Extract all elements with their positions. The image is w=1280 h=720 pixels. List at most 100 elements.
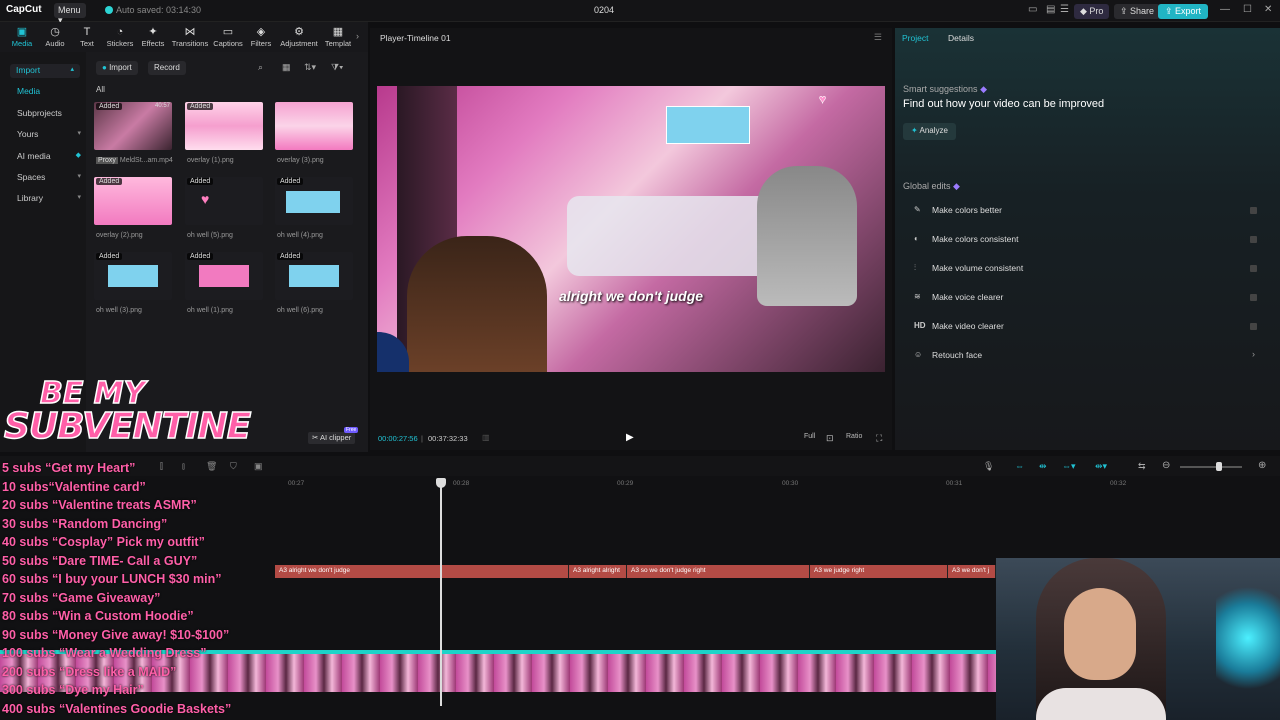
maximize-icon[interactable]: ☐ <box>1243 4 1252 15</box>
zoom-slider-handle[interactable] <box>1216 462 1222 471</box>
media-file-name: MeldSt...am.mp4 <box>119 157 173 164</box>
layout-icon[interactable]: ▭ <box>1028 4 1037 15</box>
snapshot-icon[interactable]: ⊡ <box>826 433 834 444</box>
preview-axis-icon[interactable]: ⇹▾ <box>1095 461 1107 472</box>
fullscreen-quality-button[interactable]: Full <box>804 433 815 440</box>
added-badge: Added <box>187 103 214 110</box>
pro-label: Pro <box>1089 6 1104 16</box>
chevron-right-icon[interactable]: › <box>356 31 359 41</box>
sidebar-item-yours[interactable]: Yours ▾ <box>17 129 87 143</box>
fit-icon[interactable]: ⇆ <box>1138 461 1146 472</box>
snap-icon[interactable]: ⇔▾ <box>1062 461 1076 472</box>
sort-icon[interactable]: ⇅▾ <box>304 62 316 73</box>
import-button[interactable]: ● Import <box>96 61 138 75</box>
media-thumb[interactable]: Added <box>275 252 353 300</box>
analyze-label: Analyze <box>919 126 948 135</box>
edit-make-voice-clearer[interactable]: ≋ Make voice clearer <box>903 285 1261 310</box>
export-button[interactable]: ⇪ Export <box>1158 4 1209 19</box>
fullscreen-icon[interactable]: ⛶ <box>876 433 882 444</box>
tab-project[interactable]: Project <box>902 33 928 43</box>
toggle-checkbox[interactable] <box>1250 207 1257 214</box>
media-thumb[interactable] <box>275 102 353 150</box>
media-thumb[interactable]: Added <box>185 252 263 300</box>
chevron-down-icon: ▾ <box>77 194 81 201</box>
chevron-right-icon: › <box>1252 349 1255 359</box>
playhead-handle[interactable] <box>436 478 446 488</box>
edit-retouch-face[interactable]: ☺ Retouch face › <box>903 343 1261 368</box>
toggle-checkbox[interactable] <box>1250 236 1257 243</box>
timeline-icon[interactable]: ▥ <box>482 433 490 442</box>
toggle-checkbox[interactable] <box>1250 323 1257 330</box>
sidebar-item-library[interactable]: Library ▾ <box>17 193 87 207</box>
link-icon[interactable]: ⇔ <box>1015 461 1024 471</box>
sub-goal: 80 subs “Win a Custom Hoodie” <box>2 609 194 623</box>
media-thumb[interactable]: Added ♥ <box>185 177 263 225</box>
media-thumb[interactable]: Added <box>94 177 172 225</box>
filter-icon[interactable]: ⧩▾ <box>331 62 343 73</box>
media-file-name: overlay (2).png <box>96 232 143 239</box>
caption-clip[interactable]: A3 we judge right <box>810 565 948 578</box>
tab-details[interactable]: Details <box>948 33 974 43</box>
caption-clip[interactable]: A3 so we don't judge right <box>627 565 810 578</box>
import-label: Import <box>109 63 132 72</box>
minimize-icon[interactable]: — <box>1220 4 1230 15</box>
playhead[interactable] <box>440 478 442 706</box>
duration-badge: 40:57 <box>154 103 170 109</box>
toggle-checkbox[interactable] <box>1250 294 1257 301</box>
view-grid-icon[interactable]: ▦ <box>282 62 291 73</box>
tab-adjustment[interactable]: ⚙ Adjustment <box>280 26 318 48</box>
tab-filters[interactable]: ◈ Filters <box>242 26 280 48</box>
microphone-icon[interactable]: 🎙 <box>983 461 994 472</box>
media-thumb[interactable]: Added <box>185 102 263 150</box>
added-badge: Added <box>96 178 123 185</box>
import-icon: ● <box>102 63 107 72</box>
sub-goal: 10 subs“Valentine card” <box>2 479 146 494</box>
panel-icon[interactable]: ☰ <box>1060 4 1069 15</box>
edit-make-volume-consistent[interactable]: ⫶ Make volume consistent <box>903 256 1261 281</box>
valentine-overlay-logo: BE MY SUBVENTINE <box>3 375 252 448</box>
menu-button[interactable]: Menu ▾ <box>54 3 86 25</box>
edit-make-video-clearer[interactable]: HD Make video clearer <box>903 314 1261 339</box>
analyze-button[interactable]: ✦ Analyze <box>903 123 956 140</box>
edit-label: Make colors better <box>932 205 1002 215</box>
ratio-button[interactable]: Ratio <box>846 433 862 440</box>
tab-effects[interactable]: ✦ Effects <box>134 26 172 48</box>
tab-templates[interactable]: ▦ Templat <box>319 26 357 48</box>
zoom-in-icon[interactable]: ⊕ <box>1258 460 1266 471</box>
adjustment-icon: ⚙ <box>294 26 304 38</box>
toggle-checkbox[interactable] <box>1250 265 1257 272</box>
record-button[interactable]: Record <box>148 61 186 75</box>
edit-label: Make video clearer <box>932 321 1004 331</box>
search-icon[interactable]: ⌕ <box>258 62 263 73</box>
shortcut-icon[interactable]: ▤ <box>1046 4 1055 15</box>
sidebar-item-ai-media[interactable]: AI media ◆ <box>17 151 87 165</box>
pro-button[interactable]: ◆ Pro <box>1074 4 1110 19</box>
caption-clip[interactable]: A3 alright we don't judge <box>275 565 569 578</box>
caption-clip[interactable]: A3 alright alright <box>569 565 627 578</box>
chevron-down-icon: ▾ <box>77 173 81 180</box>
sidebar-item-import[interactable]: Import ▴ <box>10 64 80 78</box>
edit-make-colors-better[interactable]: ✎ Make colors better <box>903 198 1261 223</box>
media-thumb[interactable]: Added <box>94 252 172 300</box>
sidebar-item-subprojects[interactable]: Subprojects <box>17 108 87 122</box>
video-preview[interactable]: ♥ alright we don't judge <box>377 86 885 372</box>
zoom-slider[interactable] <box>1180 466 1242 468</box>
thumb-preview <box>199 265 249 287</box>
close-icon[interactable]: ✕ <box>1264 4 1272 15</box>
media-thumb[interactable]: Added 40:57 <box>94 102 172 150</box>
edit-make-colors-consistent[interactable]: ◐ Make colors consistent <box>903 227 1261 252</box>
sub-goal: 70 subs “Game Giveaway” <box>2 590 161 605</box>
play-button[interactable]: ▶ <box>626 432 634 443</box>
caption-clip[interactable]: A3 we don't j <box>948 565 996 578</box>
ai-clipper-button[interactable]: ✂ AI clipper <box>308 432 356 444</box>
filter-all[interactable]: All <box>96 85 105 94</box>
zoom-out-icon[interactable]: ⊖ <box>1162 460 1170 471</box>
tab-transitions[interactable]: ⋈ Transitions <box>171 26 209 48</box>
player-menu-icon[interactable]: ☰ <box>874 32 882 43</box>
magnet-icon[interactable]: ⇹ <box>1039 461 1047 472</box>
media-thumb[interactable]: Added <box>275 177 353 225</box>
sidebar-item-media[interactable]: Media <box>17 86 87 100</box>
sub-goal: 90 subs “Money Give away! $10-$100” <box>2 627 230 642</box>
share-button[interactable]: ⇪ Share <box>1114 4 1161 19</box>
sidebar-item-spaces[interactable]: Spaces ▾ <box>17 172 87 186</box>
